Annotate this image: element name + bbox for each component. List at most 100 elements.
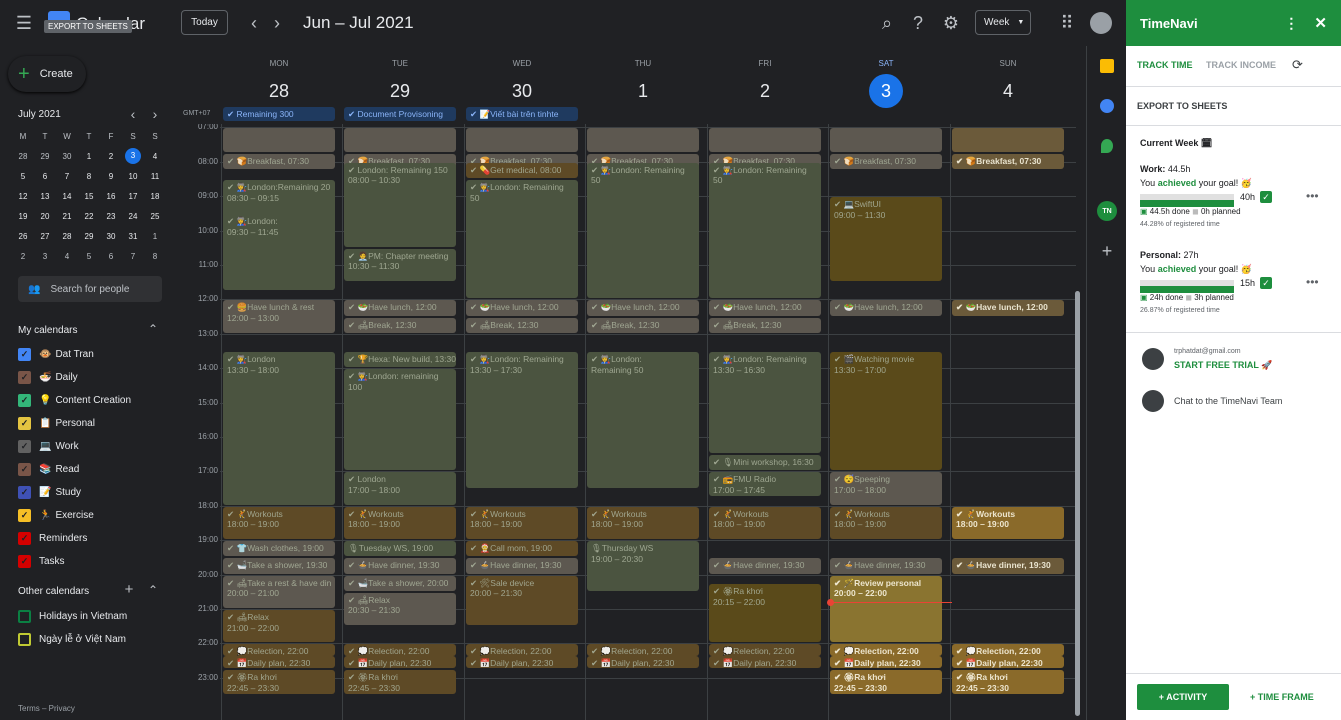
- all-day-event[interactable]: ✔ Remaining 300: [223, 107, 335, 121]
- calendar-event[interactable]: ✔ 🥗Have lunch, 12:00: [952, 300, 1064, 316]
- mini-day[interactable]: 24: [122, 206, 144, 226]
- calendar-event[interactable]: ✔ 🍞Breakfast, 07:30: [223, 154, 335, 170]
- add-addon-icon[interactable]: +: [1097, 241, 1117, 261]
- keep-icon[interactable]: [1100, 59, 1114, 73]
- calendar-event[interactable]: ✔ London: Remaining 150 08:00 – 10:30: [344, 162, 456, 247]
- calendar-item[interactable]: ✓ Reminders: [18, 532, 87, 545]
- calendar-checkbox[interactable]: ✓: [18, 417, 31, 430]
- mini-day[interactable]: 7: [122, 246, 144, 266]
- mini-day[interactable]: 3: [122, 146, 144, 166]
- mini-day[interactable]: 4: [56, 246, 78, 266]
- mini-day[interactable]: 3: [34, 246, 56, 266]
- calendar-item[interactable]: ✓ 📋 Personal: [18, 417, 95, 430]
- collapse-other-calendars-icon[interactable]: ⌃: [146, 583, 160, 597]
- calendar-event[interactable]: ✔ 👩‍🏭London: Remaining 50: [587, 162, 699, 299]
- calendar-event[interactable]: ✔ 🏵Ra khơi 22:45 – 23:30: [344, 670, 456, 695]
- calendar-item[interactable]: ✓ 💻 Work: [18, 440, 79, 453]
- avatar[interactable]: [1090, 12, 1112, 34]
- calendar-event[interactable]: ✔ 📅Daily plan, 22:30: [344, 655, 456, 668]
- calendar-event[interactable]: ✔ 🍞Breakfast, 07:30: [830, 154, 942, 170]
- mini-day[interactable]: 18: [144, 186, 166, 206]
- calendar-event[interactable]: ✔ 💭Relection, 22:00: [952, 644, 1064, 657]
- calendar-event[interactable]: ✔ London 17:00 – 18:00: [344, 472, 456, 505]
- calendar-item[interactable]: ✓ 💡 Content Creation: [18, 394, 131, 407]
- calendar-event[interactable]: ✔ 🤾Workouts 18:00 – 19:00: [223, 506, 335, 540]
- mini-day[interactable]: 9: [100, 166, 122, 186]
- calendar-event[interactable]: ✔ 👩‍🏭London 13:30 – 18:00: [223, 352, 335, 505]
- calendar-event[interactable]: ✔ 💭Relection, 22:00: [466, 644, 578, 657]
- next-week-icon[interactable]: ›: [267, 12, 287, 34]
- calendar-event[interactable]: ✔ 🍲Have dinner, 19:30: [709, 558, 821, 574]
- calendar-event[interactable]: ✔ 🥗Have lunch, 12:00: [466, 300, 578, 316]
- mini-day[interactable]: 28: [56, 226, 78, 246]
- mini-day[interactable]: 30: [56, 146, 78, 166]
- mini-day[interactable]: 12: [12, 186, 34, 206]
- calendar-event[interactable]: ✔ 🥗Have lunch, 12:00: [344, 300, 456, 316]
- mini-day[interactable]: 7: [56, 166, 78, 186]
- calendar-event[interactable]: ✔ 💭Relection, 22:00: [587, 644, 699, 657]
- mini-day[interactable]: 11: [144, 166, 166, 186]
- calendar-event[interactable]: ✔ 📅Daily plan, 22:30: [587, 655, 699, 668]
- help-icon[interactable]: ?: [907, 12, 929, 34]
- tasks-icon[interactable]: [1100, 99, 1114, 113]
- calendar-event[interactable]: ✔ 🛋Take a rest & have din 20:00 – 21:00: [223, 575, 335, 609]
- settings-gear-icon[interactable]: ⚙: [940, 12, 962, 34]
- calendar-checkbox[interactable]: [18, 610, 31, 623]
- add-activity-button[interactable]: + ACTIVITY: [1137, 684, 1229, 710]
- start-free-trial-link[interactable]: START FREE TRIAL 🚀: [1174, 360, 1272, 371]
- export-to-sheets-button[interactable]: EXPORT TO SHEETS: [1137, 101, 1227, 111]
- calendar-event[interactable]: ✔ 🤾Workouts 18:00 – 19:00: [952, 506, 1064, 540]
- mini-day[interactable]: 2: [12, 246, 34, 266]
- mini-day[interactable]: 25: [144, 206, 166, 226]
- calendar-event[interactable]: ✔ 💭Relection, 22:00: [344, 644, 456, 657]
- mini-day[interactable]: 5: [12, 166, 34, 186]
- calendar-checkbox[interactable]: ✓: [18, 509, 31, 522]
- calendar-item[interactable]: ✓ 🏃 Exercise: [18, 509, 94, 522]
- all-day-event[interactable]: ✔ 📝Viết bài trên tinhte: [466, 107, 578, 121]
- calendar-event[interactable]: ✔ 📻FMU Radio 17:00 – 17:45: [709, 472, 821, 497]
- calendar-event[interactable]: 🎙Thursday WS 19:00 – 20:30: [587, 541, 699, 591]
- mini-day[interactable]: 14: [56, 186, 78, 206]
- tab-track-time[interactable]: TRACK TIME: [1137, 60, 1193, 70]
- calendar-item[interactable]: ✓ Tasks: [18, 555, 65, 568]
- all-day-event[interactable]: ✔ Document Provisoning: [344, 107, 456, 121]
- add-calendar-icon[interactable]: +: [122, 581, 136, 598]
- mini-day[interactable]: 15: [78, 186, 100, 206]
- calendar-event[interactable]: ✔ 🛋Break, 12:30: [709, 317, 821, 333]
- mini-day[interactable]: 23: [100, 206, 122, 226]
- calendar-event[interactable]: ✔ 🏵Ra khơi 22:45 – 23:30: [952, 670, 1064, 695]
- calendar-event[interactable]: [709, 128, 821, 153]
- mini-day[interactable]: 30: [100, 226, 122, 246]
- calendar-item[interactable]: ✓ 🐵 Dat Tran: [18, 348, 94, 361]
- chat-team-link[interactable]: Chat to the TimeNavi Team: [1174, 396, 1282, 406]
- calendar-event[interactable]: ✔ 📅Daily plan, 22:30: [223, 655, 335, 668]
- calendar-event[interactable]: ✔ 🍲Have dinner, 19:30: [952, 558, 1064, 574]
- mini-day[interactable]: 21: [56, 206, 78, 226]
- calendar-event[interactable]: ✔ 🛁Take a shower, 20:00: [344, 575, 456, 591]
- calendar-event[interactable]: ✔ 📅Daily plan, 22:30: [466, 655, 578, 668]
- calendar-event[interactable]: ✔ 👩‍🏭London: Remaining 50: [466, 180, 578, 299]
- calendar-event[interactable]: ✔ 🛁Take a shower, 19:30: [223, 558, 335, 574]
- calendar-event[interactable]: ✔ 🤾Workouts 18:00 – 19:00: [830, 506, 942, 540]
- work-more-icon[interactable]: •••: [1306, 189, 1319, 203]
- day-header[interactable]: SUN 4: [950, 46, 1066, 126]
- calendar-event[interactable]: [952, 128, 1064, 153]
- calendar-event[interactable]: ✔ 🪄Review personal 20:00 – 22:00: [830, 575, 942, 643]
- calendar-checkbox[interactable]: ✓: [18, 532, 31, 545]
- calendar-event[interactable]: ✔ 🛋Break, 12:30: [466, 317, 578, 333]
- calendar-event[interactable]: ✔ 🏵Ra khơi 20:15 – 22:00: [709, 584, 821, 643]
- calendar-event[interactable]: ✔ 🤶Call mom, 19:00: [466, 541, 578, 557]
- mini-day[interactable]: 20: [34, 206, 56, 226]
- calendar-event[interactable]: ✔ 🛋Break, 12:30: [587, 317, 699, 333]
- calendar-event[interactable]: [466, 128, 578, 153]
- mini-day[interactable]: 8: [78, 166, 100, 186]
- mini-day[interactable]: 31: [122, 226, 144, 246]
- main-menu-icon[interactable]: ☰: [12, 12, 36, 34]
- close-icon[interactable]: ✕: [1314, 14, 1327, 32]
- calendar-event[interactable]: [830, 128, 942, 153]
- calendar-event[interactable]: ✔ 🎬Watching movie 13:30 – 17:00: [830, 352, 942, 471]
- calendar-event[interactable]: ✔ 🏵Ra khơi 22:45 – 23:30: [830, 670, 942, 695]
- mini-day[interactable]: 22: [78, 206, 100, 226]
- scrollbar[interactable]: [1075, 291, 1080, 716]
- maps-icon[interactable]: [1101, 139, 1113, 153]
